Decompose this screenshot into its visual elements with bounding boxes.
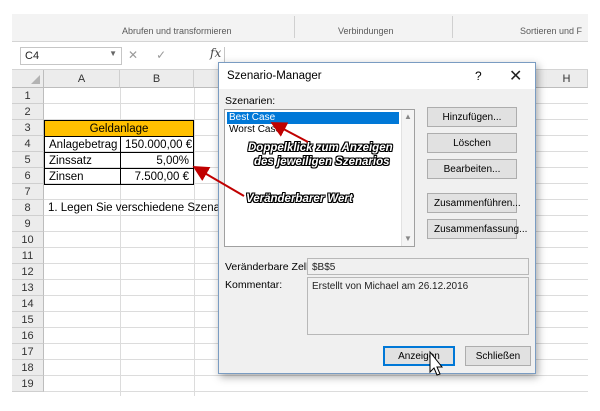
- annotation-arrows: [192, 122, 444, 376]
- arrow-to-scenario-list: [270, 122, 309, 143]
- mouse-cursor-icon: [429, 350, 444, 376]
- arrow-to-zinssatz: [192, 165, 245, 197]
